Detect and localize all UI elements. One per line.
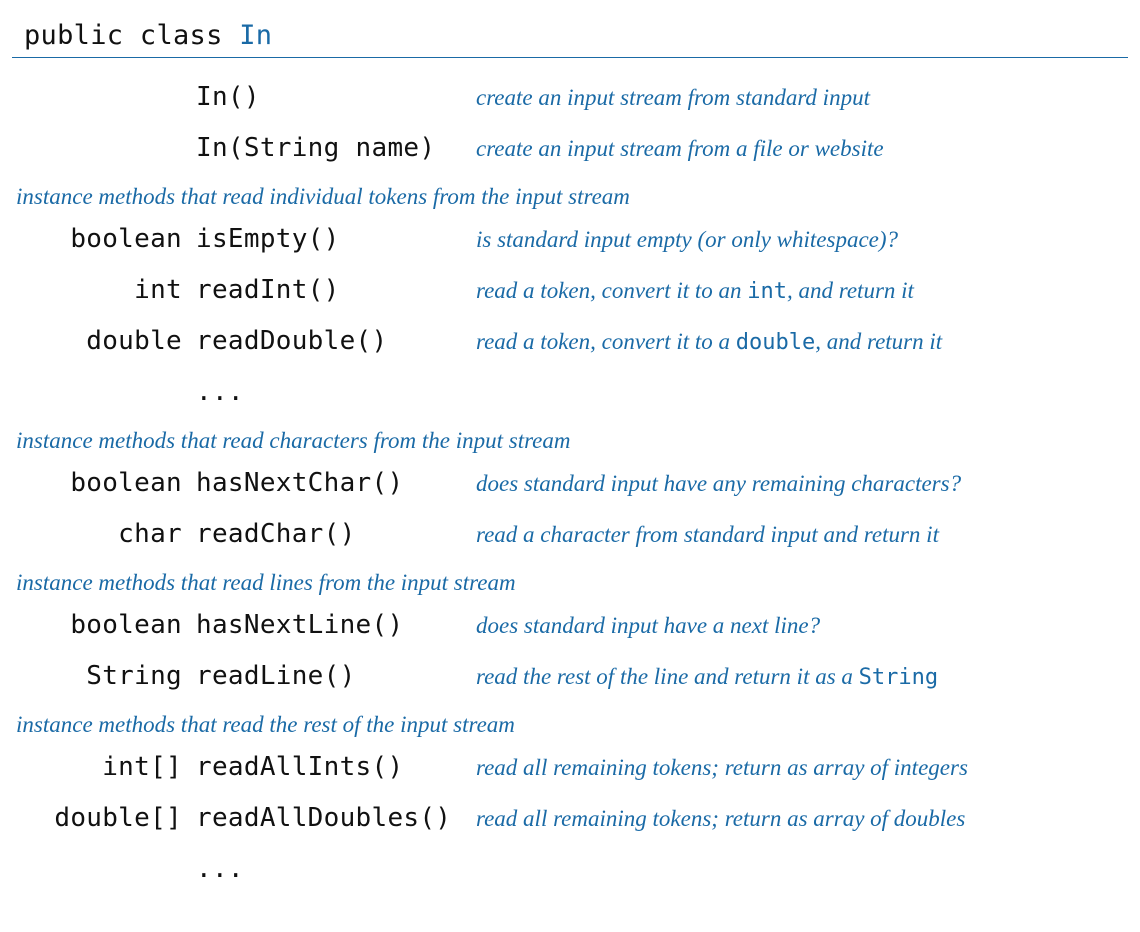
return-type: double[]	[12, 799, 196, 838]
api-row: doublereadDouble()read a token, convert …	[12, 316, 1128, 367]
method-signature: readAllInts()	[196, 748, 476, 787]
method-signature: In(String name)	[196, 129, 476, 168]
class-name: In	[239, 20, 272, 51]
return-type: int[]	[12, 748, 196, 787]
method-signature: hasNextLine()	[196, 606, 476, 645]
method-description: read a token, convert it to an int, and …	[476, 274, 1128, 309]
method-signature: hasNextChar()	[196, 464, 476, 503]
method-signature: readInt()	[196, 271, 476, 310]
api-row: double[]readAllDoubles()read all remaini…	[12, 793, 1128, 844]
api-table: In()create an input stream from standard…	[12, 72, 1128, 895]
method-signature: readDouble()	[196, 322, 476, 361]
section-heading: instance methods that read lines from th…	[12, 560, 1128, 600]
method-description: create an input stream from a file or we…	[476, 132, 1128, 167]
return-type: boolean	[12, 220, 196, 259]
method-description: create an input stream from standard inp…	[476, 81, 1128, 116]
api-row: StringreadLine()read the rest of the lin…	[12, 651, 1128, 702]
api-row: int[]readAllInts()read all remaining tok…	[12, 742, 1128, 793]
method-signature: ...	[196, 373, 476, 412]
section-heading: instance methods that read individual to…	[12, 174, 1128, 214]
method-description: does standard input have a next line?	[476, 609, 1128, 644]
method-signature: isEmpty()	[196, 220, 476, 259]
api-row: booleanhasNextChar()does standard input …	[12, 458, 1128, 509]
api-row: charreadChar()read a character from stan…	[12, 509, 1128, 560]
api-row: ...	[12, 367, 1128, 418]
method-signature: readLine()	[196, 657, 476, 696]
header-divider	[12, 57, 1128, 58]
api-row: In()create an input stream from standard…	[12, 72, 1128, 123]
section-heading: instance methods that read characters fr…	[12, 418, 1128, 458]
method-signature: readAllDoubles()	[196, 799, 476, 838]
inline-code: double	[736, 330, 815, 355]
return-type: char	[12, 515, 196, 554]
method-description: read all remaining tokens; return as arr…	[476, 751, 1128, 786]
class-prefix: public class	[24, 20, 239, 51]
method-signature: ...	[196, 850, 476, 889]
method-signature: In()	[196, 78, 476, 117]
method-description: does standard input have any remaining c…	[476, 467, 1128, 502]
return-type: double	[12, 322, 196, 361]
method-description: read all remaining tokens; return as arr…	[476, 802, 1128, 837]
api-row: ...	[12, 844, 1128, 895]
return-type: boolean	[12, 464, 196, 503]
api-row: booleanisEmpty()is standard input empty …	[12, 214, 1128, 265]
api-row: booleanhasNextLine()does standard input …	[12, 600, 1128, 651]
method-signature: readChar()	[196, 515, 476, 554]
inline-code: String	[859, 665, 938, 690]
method-description: read a character from standard input and…	[476, 518, 1128, 553]
api-row: In(String name)create an input stream fr…	[12, 123, 1128, 174]
method-description: read a token, convert it to a double, an…	[476, 325, 1128, 360]
class-header: public class In	[12, 20, 1128, 57]
section-heading: instance methods that read the rest of t…	[12, 702, 1128, 742]
api-row: intreadInt()read a token, convert it to …	[12, 265, 1128, 316]
return-type: String	[12, 657, 196, 696]
method-description: read the rest of the line and return it …	[476, 660, 1128, 695]
return-type: boolean	[12, 606, 196, 645]
inline-code: int	[747, 279, 787, 304]
return-type: int	[12, 271, 196, 310]
method-description: is standard input empty (or only whitesp…	[476, 223, 1128, 258]
